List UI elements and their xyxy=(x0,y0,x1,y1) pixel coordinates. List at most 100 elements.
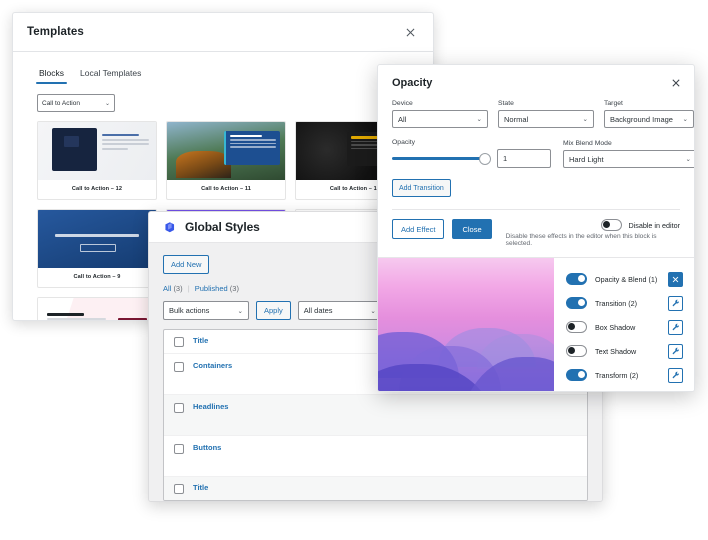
mix-blend-mode-value: Hard Light xyxy=(569,154,604,164)
table-row[interactable]: Headlines xyxy=(164,395,587,436)
opacity-controls-row: Opacity 1 Mix Blend Mode Hard Light ⌄ xyxy=(392,139,694,168)
templates-modal-header: Templates xyxy=(13,13,433,52)
effect-toggle-transform[interactable] xyxy=(566,369,587,381)
effect-label: Box Shadow xyxy=(595,322,636,332)
opacity-panel-main: Opacity Device All ⌄ State Normal ⌄ Targ… xyxy=(378,65,694,210)
effect-label: Transform (2) xyxy=(595,370,639,380)
effect-row-text-shadow: Text Shadow xyxy=(566,339,694,363)
opacity-field-row: Device All ⌄ State Normal ⌄ Target Backg… xyxy=(392,100,694,128)
add-effect-button[interactable]: Add Effect xyxy=(392,219,445,239)
close-icon[interactable] xyxy=(668,271,683,287)
block-preview-image xyxy=(378,258,554,391)
column-footer-title[interactable]: Title xyxy=(193,483,208,492)
opacity-panel: Opacity Device All ⌄ State Normal ⌄ Targ… xyxy=(377,64,695,392)
column-header-title[interactable]: Title xyxy=(193,336,208,345)
screen-root: Templates Blocks Local Templates Call to… xyxy=(0,0,708,540)
effect-toggle-opacity-blend[interactable] xyxy=(566,273,587,285)
mix-blend-mode-select[interactable]: Hard Light ⌄ xyxy=(563,150,694,168)
row-checkbox[interactable] xyxy=(174,403,184,413)
chevron-down-icon: ⌄ xyxy=(682,116,688,123)
template-card-label: Call to Action – 9 xyxy=(73,274,121,280)
template-thumbnail xyxy=(38,210,156,268)
wrench-icon[interactable] xyxy=(668,295,683,311)
wrench-icon[interactable] xyxy=(668,367,683,383)
table-row[interactable]: Buttons xyxy=(164,436,587,477)
template-card[interactable]: Call to Action – 5 xyxy=(37,297,157,320)
opacity-slider-field: Opacity 1 xyxy=(392,139,551,168)
state-select[interactable]: Normal ⌄ xyxy=(498,110,594,128)
wrench-icon[interactable] xyxy=(668,392,683,393)
effect-toggle-transition[interactable] xyxy=(566,297,587,309)
filter-link-all[interactable]: All xyxy=(163,284,171,293)
effect-label: Opacity & Blend (1) xyxy=(595,274,658,284)
tab-blocks[interactable]: Blocks xyxy=(35,68,68,84)
filter-count-published: (3) xyxy=(229,284,239,293)
target-select[interactable]: Background Image ⌄ xyxy=(604,110,694,128)
effect-row-opacity-blend: Opacity & Blend (1) xyxy=(566,267,694,291)
chevron-down-icon: ⌄ xyxy=(685,156,691,163)
template-card[interactable]: Call to Action – 9 xyxy=(37,209,157,288)
opacity-label: Opacity xyxy=(392,139,416,146)
row-checkbox[interactable] xyxy=(174,444,184,454)
row-title-link[interactable]: Headlines xyxy=(193,402,228,411)
row-title-link[interactable]: Buttons xyxy=(193,443,221,452)
bulk-actions-select[interactable]: Bulk actions ⌄ xyxy=(163,301,249,320)
template-thumbnail xyxy=(38,298,156,320)
state-value: Normal xyxy=(504,114,529,124)
opacity-panel-title: Opacity xyxy=(392,77,433,89)
device-value: All xyxy=(398,114,407,124)
disable-in-editor-toggle[interactable] xyxy=(601,219,623,231)
templates-modal-title: Templates xyxy=(27,26,84,38)
add-new-button[interactable]: Add New xyxy=(163,255,210,274)
dates-value: All dates xyxy=(303,306,333,315)
effect-row-filter: Filter (1) xyxy=(566,387,694,393)
target-value: Background Image xyxy=(610,114,673,124)
template-card[interactable]: Call to Action – 11 xyxy=(166,121,286,200)
wrench-icon[interactable] xyxy=(668,343,683,359)
chevron-down-icon: ⌄ xyxy=(582,116,588,123)
slider-knob[interactable] xyxy=(479,152,491,165)
mix-blend-mode-label: Mix Blend Mode xyxy=(563,140,612,147)
filter-link-published[interactable]: Published xyxy=(195,284,228,293)
disable-in-editor-hint: Disable these effects in the editor when… xyxy=(505,233,657,247)
select-all-checkbox-footer[interactable] xyxy=(174,484,184,494)
table-footer-row: Title xyxy=(164,477,587,500)
wrench-icon[interactable] xyxy=(668,319,683,335)
opacity-slider[interactable] xyxy=(392,152,491,166)
category-select-value: Call to Action xyxy=(42,99,80,107)
row-title-link[interactable]: Containers xyxy=(193,361,232,370)
disable-in-editor-label: Disable in editor xyxy=(628,220,680,230)
close-icon[interactable] xyxy=(401,23,419,41)
effect-row-box-shadow: Box Shadow xyxy=(566,315,694,339)
global-styles-logo-icon xyxy=(163,221,176,234)
effect-toggle-text-shadow[interactable] xyxy=(566,345,587,357)
target-field: Target Background Image ⌄ xyxy=(604,100,694,128)
target-label: Target xyxy=(604,100,623,107)
chevron-down-icon: ⌄ xyxy=(370,307,376,315)
effect-label: Text Shadow xyxy=(595,346,637,356)
effect-toggle-box-shadow[interactable] xyxy=(566,321,587,333)
effects-list: Opacity & Blend (1) Transition (2) Box S… xyxy=(554,258,694,393)
category-select[interactable]: Call to Action ⌄ xyxy=(37,94,115,112)
opacity-value-input[interactable]: 1 xyxy=(497,149,551,168)
close-icon[interactable] xyxy=(672,77,680,89)
template-thumbnail xyxy=(38,122,156,180)
close-button[interactable]: Close xyxy=(452,219,492,239)
template-thumbnail xyxy=(167,122,285,180)
template-card-label: Call to Action – 12 xyxy=(71,186,123,192)
templates-tabs: Blocks Local Templates xyxy=(35,68,419,84)
add-transition-button[interactable]: Add Transition xyxy=(392,179,451,197)
effect-label: Transition (2) xyxy=(595,298,638,308)
tab-local-templates[interactable]: Local Templates xyxy=(80,68,141,84)
chevron-down-icon: ⌄ xyxy=(237,307,243,315)
row-checkbox[interactable] xyxy=(174,362,184,372)
effect-row-transform: Transform (2) xyxy=(566,363,694,387)
device-select[interactable]: All ⌄ xyxy=(392,110,488,128)
bulk-actions-value: Bulk actions xyxy=(169,306,210,315)
template-card[interactable]: Call to Action – 12 xyxy=(37,121,157,200)
device-label: Device xyxy=(392,100,413,107)
opacity-slider-wrap: 1 xyxy=(392,149,551,168)
dates-select[interactable]: All dates ⌄ xyxy=(297,301,382,320)
apply-button[interactable]: Apply xyxy=(256,301,291,320)
select-all-checkbox[interactable] xyxy=(174,337,184,347)
